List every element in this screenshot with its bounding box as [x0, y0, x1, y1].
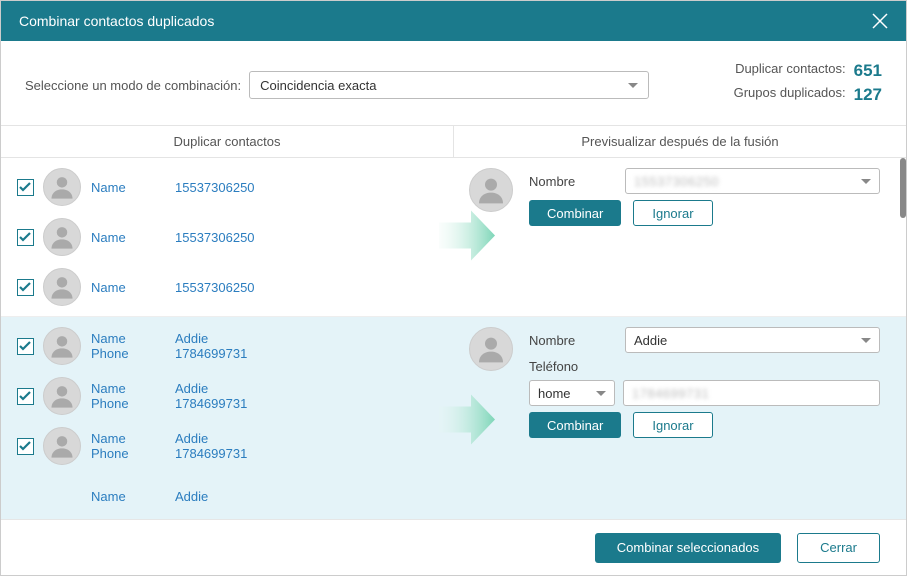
- chevron-down-icon: [861, 338, 871, 343]
- preview-name-label: Nombre: [529, 174, 625, 189]
- avatar-icon: [43, 327, 81, 365]
- combine-button[interactable]: Combinar: [529, 200, 621, 226]
- group-preview: Nombre Addie Teléfono home: [453, 317, 906, 519]
- preview-name-value: 15537306250: [634, 174, 719, 189]
- preview-name-label: Nombre: [529, 333, 625, 348]
- avatar-icon: [469, 327, 513, 371]
- titlebar: Combinar contactos duplicados: [1, 1, 906, 41]
- field-label-name[interactable]: Name: [91, 230, 171, 245]
- dup-groups-value: 127: [854, 85, 882, 105]
- chevron-down-icon: [861, 179, 871, 184]
- field-label-name[interactable]: Name: [91, 381, 171, 396]
- preview-phone-select[interactable]: 1784699731: [623, 380, 880, 406]
- chevron-down-icon: [628, 83, 638, 88]
- field-label-name[interactable]: Name: [91, 489, 171, 504]
- row-checkbox[interactable]: [17, 279, 34, 296]
- field-label-name[interactable]: Name: [91, 280, 171, 295]
- preview-name-select[interactable]: 15537306250: [625, 168, 880, 194]
- row-checkbox[interactable]: [17, 338, 34, 355]
- duplicate-row: Name 15537306250: [1, 212, 453, 262]
- duplicate-row: Name Addie Phone 1784699731: [1, 321, 453, 371]
- field-label-name[interactable]: Name: [91, 431, 171, 446]
- chevron-down-icon: [596, 391, 606, 396]
- mode-select[interactable]: Coincidencia exacta: [249, 71, 649, 99]
- combine-selected-button[interactable]: Combinar seleccionados: [595, 533, 781, 563]
- field-value[interactable]: 1784699731: [175, 446, 247, 461]
- config-row: Seleccione un modo de combinación: Coinc…: [1, 41, 906, 125]
- field-value[interactable]: Addie: [175, 489, 208, 504]
- avatar-icon: [469, 168, 513, 212]
- ignore-button[interactable]: Ignorar: [633, 412, 712, 438]
- avatar-icon: [43, 218, 81, 256]
- duplicate-row: Name Addie Phone 1784699731: [1, 421, 453, 471]
- column-headers: Duplicar contactos Previsualizar después…: [1, 125, 906, 158]
- preview-name-select[interactable]: Addie: [625, 327, 880, 353]
- field-value[interactable]: Addie: [175, 381, 208, 396]
- field-value[interactable]: Addie: [175, 331, 208, 346]
- duplicate-row: Name Addie Phone 1784699731: [1, 371, 453, 421]
- row-checkbox[interactable]: [17, 388, 34, 405]
- merge-duplicates-window: Combinar contactos duplicados Seleccione…: [0, 0, 907, 576]
- phone-type-select[interactable]: home: [529, 380, 615, 406]
- avatar-icon: [43, 168, 81, 206]
- field-label-phone[interactable]: Phone: [91, 446, 171, 461]
- row-checkbox[interactable]: [17, 438, 34, 455]
- field-label-name[interactable]: Name: [91, 180, 171, 195]
- stats: Duplicar contactos: 651 Grupos duplicado…: [734, 61, 882, 109]
- dup-contacts-label: Duplicar contactos:: [735, 61, 846, 81]
- duplicate-row: Name 15537306250: [1, 262, 453, 312]
- field-value[interactable]: Addie: [175, 431, 208, 446]
- group-preview: Nombre 15537306250 Combinar Ignorar: [453, 158, 906, 316]
- avatar-icon: [43, 377, 81, 415]
- duplicate-row: Name 15537306250: [1, 162, 453, 212]
- mode-label: Seleccione un modo de combinación:: [25, 78, 241, 93]
- field-value[interactable]: 1784699731: [175, 346, 247, 361]
- close-button[interactable]: Cerrar: [797, 533, 880, 563]
- duplicate-row: Name Addie: [1, 471, 453, 519]
- mode-selected-value: Coincidencia exacta: [260, 78, 376, 93]
- ignore-button[interactable]: Ignorar: [633, 200, 712, 226]
- field-label-name[interactable]: Name: [91, 331, 171, 346]
- preview-phone-label: Teléfono: [529, 359, 625, 374]
- field-label-phone[interactable]: Phone: [91, 346, 171, 361]
- group-duplicates-list: Name Addie Phone 1784699731 Name Addie Phon…: [1, 317, 453, 519]
- phone-type-value: home: [538, 386, 571, 401]
- header-duplicates: Duplicar contactos: [1, 126, 454, 157]
- close-icon[interactable]: [866, 7, 894, 35]
- field-label-phone[interactable]: Phone: [91, 396, 171, 411]
- duplicate-group: Name Addie Phone 1784699731 Name Addie Phon…: [1, 317, 906, 519]
- combine-button[interactable]: Combinar: [529, 412, 621, 438]
- footer: Combinar seleccionados Cerrar: [1, 519, 906, 575]
- preview-name-value: Addie: [634, 333, 667, 348]
- header-preview: Previsualizar después de la fusión: [454, 126, 906, 157]
- field-value[interactable]: 1784699731: [175, 396, 247, 411]
- body: Name 15537306250 Name 15537306250: [1, 158, 906, 519]
- window-title: Combinar contactos duplicados: [19, 13, 214, 29]
- group-duplicates-list: Name 15537306250 Name 15537306250: [1, 158, 453, 316]
- avatar-icon: [43, 427, 81, 465]
- duplicate-group: Name 15537306250 Name 15537306250: [1, 158, 906, 317]
- dup-groups-label: Grupos duplicados:: [734, 85, 846, 105]
- row-checkbox[interactable]: [17, 229, 34, 246]
- avatar-icon: [43, 268, 81, 306]
- field-value[interactable]: 15537306250: [175, 180, 255, 195]
- field-value[interactable]: 15537306250: [175, 230, 255, 245]
- row-checkbox[interactable]: [17, 179, 34, 196]
- field-value[interactable]: 15537306250: [175, 280, 255, 295]
- preview-phone-value: 1784699731: [632, 386, 709, 401]
- dup-contacts-value: 651: [854, 61, 882, 81]
